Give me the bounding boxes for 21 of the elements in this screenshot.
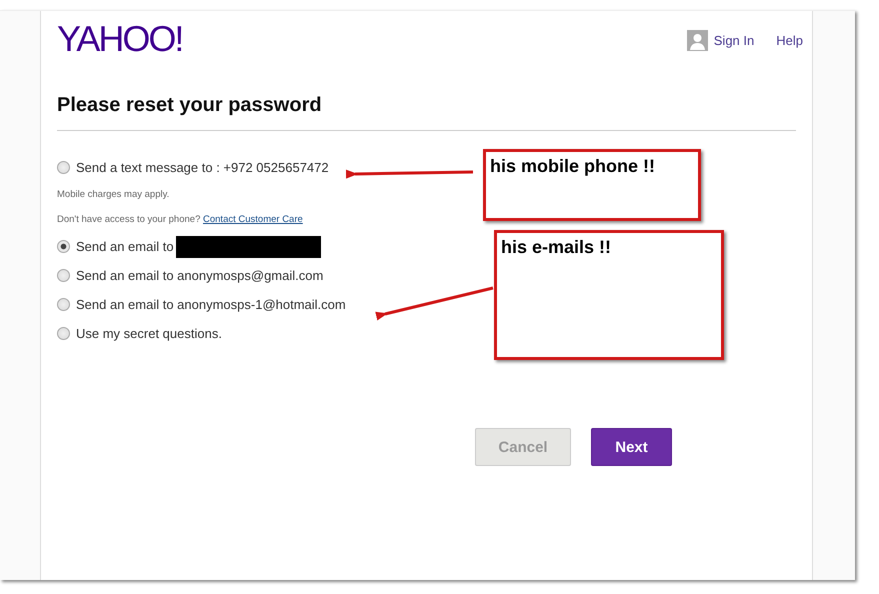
annotation-text: his mobile phone !! <box>490 156 655 176</box>
option-label: Use my secret questions. <box>76 326 222 341</box>
note-text: Don't have access to your phone? <box>57 214 200 225</box>
contact-link[interactable]: Contact Customer Care <box>203 214 303 225</box>
option-label: Send an email to anonymosps-1@hotmail.com <box>76 297 346 312</box>
next-button[interactable]: Next <box>591 428 672 466</box>
option-label: Send a text message to : +972 0525657472 <box>76 160 329 175</box>
option-label: Send an email to anonymosps@gmail.com <box>76 268 324 283</box>
radio-button[interactable] <box>57 269 70 282</box>
radio-button[interactable] <box>57 327 70 340</box>
page-title: Please reset your password <box>57 93 323 117</box>
user-icon <box>686 30 708 50</box>
sign-in-link[interactable]: Sign In <box>714 32 754 48</box>
radio-button[interactable] <box>57 240 70 253</box>
radio-button[interactable] <box>57 298 70 311</box>
note-text: Mobile charges may apply. <box>57 189 170 200</box>
option-label: Send an email to <box>76 239 174 254</box>
help-link[interactable]: Help <box>776 32 803 48</box>
annotation-text: his e-mails !! <box>501 237 612 257</box>
logo[interactable]: YAHOO! <box>57 18 182 60</box>
radio-button[interactable] <box>57 161 70 174</box>
